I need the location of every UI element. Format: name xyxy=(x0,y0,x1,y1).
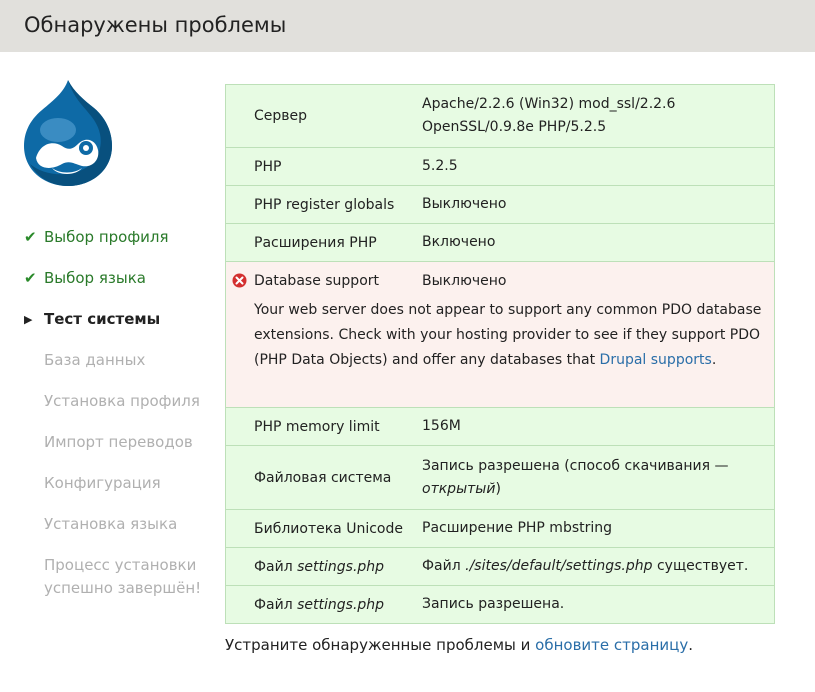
req-value: Файл ./sites/default/settings.php сущест… xyxy=(422,558,749,574)
req-row-settings-file: Файл settings.php Файл ./sites/default/s… xyxy=(226,547,774,585)
step-profile: ✔ Выбор профиля xyxy=(24,226,214,249)
req-value: 156M xyxy=(422,418,461,434)
refresh-page-link[interactable]: обновите страницу xyxy=(535,636,688,654)
drupal-supports-link[interactable]: Drupal supports xyxy=(600,352,712,368)
error-icon xyxy=(232,273,247,288)
req-label: PHP memory limit xyxy=(254,418,380,435)
check-icon: ✔ xyxy=(24,228,37,246)
req-row-filesystem: Файловая система Запись разрешена (спосо… xyxy=(226,445,774,509)
req-label: Сервер xyxy=(254,108,308,124)
req-label: Файловая система xyxy=(254,469,392,486)
req-value: Выключено xyxy=(422,196,507,212)
req-row-unicode: Библиотека Unicode Расширение PHP mbstri… xyxy=(226,509,774,547)
req-label: Database support xyxy=(254,273,380,289)
req-row-settings-write: Файл settings.php Запись разрешена. xyxy=(226,585,774,623)
step-system-test: ▶ Тест системы xyxy=(24,308,214,331)
check-icon: ✔ xyxy=(24,269,37,287)
triangle-right-icon: ▶ xyxy=(24,313,33,326)
fix-problems-message: Устраните обнаруженные проблемы и обнови… xyxy=(225,636,694,654)
req-row-php: PHP 5.2.5 xyxy=(226,147,774,185)
req-label: Библиотека Unicode xyxy=(254,520,403,537)
page-header: Обнаружены проблемы xyxy=(0,0,815,52)
database-error-description: Your web server does not appear to suppo… xyxy=(254,302,762,368)
req-value: 5.2.5 xyxy=(422,158,458,174)
req-label: Расширения PHP xyxy=(254,234,377,251)
req-value: Расширение PHP mbstring xyxy=(422,520,613,536)
req-value: Включено xyxy=(422,234,496,250)
step-install-profile: Установка профиля xyxy=(44,392,200,410)
req-row-database-error: Database support Выключено Your web serv… xyxy=(226,261,774,407)
step-database: База данных xyxy=(44,351,146,369)
step-import-translations: Импорт переводов xyxy=(44,433,193,451)
req-row-register-globals: PHP register globals Выключено xyxy=(226,185,774,223)
step-install-language: Установка языка xyxy=(44,515,178,533)
req-label: PHP register globals xyxy=(254,196,395,213)
req-label: Файл settings.php xyxy=(254,558,385,575)
step-configuration: Конфигурация xyxy=(44,474,161,492)
req-row-extensions: Расширения PHP Включено xyxy=(226,223,774,261)
page-title: Обнаружены проблемы xyxy=(24,13,287,37)
req-value: Запись разрешена (способ скачивания — от… xyxy=(422,457,729,497)
drupal-logo xyxy=(24,80,112,186)
req-value: Apache/2.2.6 (Win32) mod_ssl/2.2.6 OpenS… xyxy=(422,96,676,135)
req-row-server: Сервер Apache/2.2.6 (Win32) mod_ssl/2.2.… xyxy=(226,85,774,147)
req-label: PHP xyxy=(254,158,282,175)
step-finished: Процесс установки успешно завершён! xyxy=(44,556,202,597)
requirements-table: Сервер Apache/2.2.6 (Win32) mod_ssl/2.2.… xyxy=(225,84,775,624)
req-label: Файл settings.php xyxy=(254,596,385,613)
req-value: Выключено xyxy=(422,272,507,289)
install-steps: ✔ Выбор профиля ✔ Выбор языка ▶ Тест систем… xyxy=(24,226,214,618)
req-row-memory: PHP memory limit 156M xyxy=(226,407,774,445)
req-value: Запись разрешена. xyxy=(422,596,565,612)
step-language: ✔ Выбор языка xyxy=(24,267,214,290)
